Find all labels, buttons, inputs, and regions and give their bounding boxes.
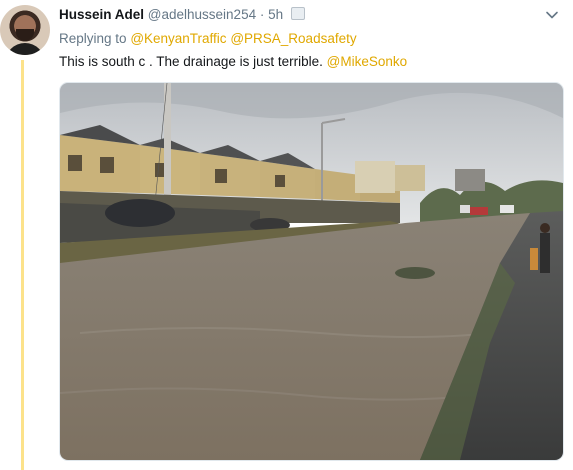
thread-line bbox=[21, 60, 24, 470]
tweet-body: This is south c . The drainage is just t… bbox=[59, 54, 323, 69]
mention-kenyantraffic[interactable]: @KenyanTraffic bbox=[130, 31, 226, 46]
avatar[interactable] bbox=[0, 5, 50, 55]
flooded-street-image bbox=[60, 83, 563, 460]
mention-prsa-roadsafety[interactable]: @PRSA_Roadsafety bbox=[230, 31, 356, 46]
chevron-down-icon[interactable] bbox=[545, 8, 559, 22]
tweet-text: This is south c . The drainage is just t… bbox=[59, 53, 407, 71]
replying-to: Replying to @KenyanTraffic @PRSA_Roadsaf… bbox=[59, 30, 357, 48]
separator-dot: · bbox=[259, 7, 265, 22]
tweet-photo[interactable] bbox=[59, 82, 564, 461]
avatar-shirt bbox=[5, 43, 45, 55]
media-badge-icon bbox=[290, 7, 305, 20]
tweet-header: Hussein Adel @adelhussein254 · 5h bbox=[59, 6, 533, 26]
timestamp[interactable]: 5h bbox=[268, 7, 283, 22]
display-name[interactable]: Hussein Adel bbox=[59, 7, 144, 22]
avatar-beard bbox=[16, 29, 34, 41]
mention-mikesonko[interactable]: @MikeSonko bbox=[327, 54, 408, 69]
replying-prefix: Replying to bbox=[59, 31, 127, 46]
user-handle[interactable]: @adelhussein254 bbox=[148, 7, 256, 22]
